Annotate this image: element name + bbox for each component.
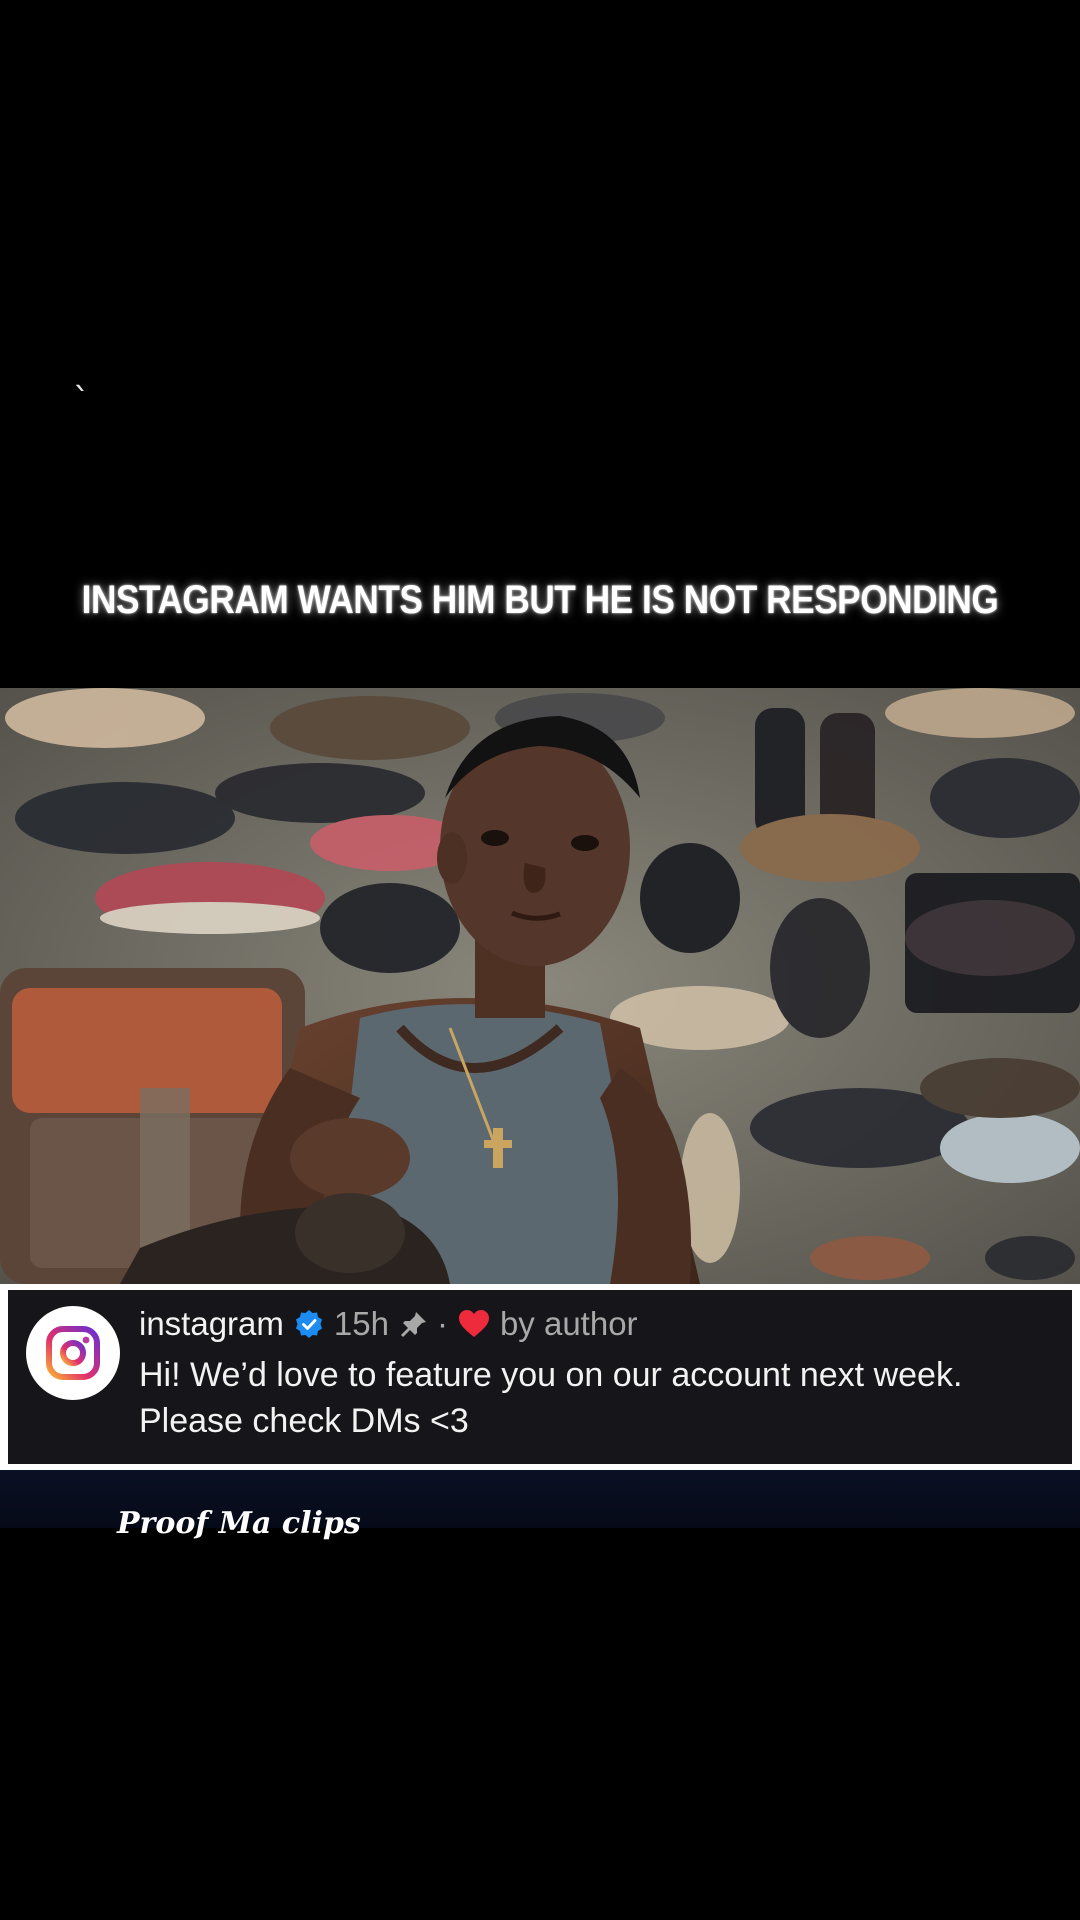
instagram-logo-icon xyxy=(46,1326,100,1380)
pin-icon xyxy=(399,1309,429,1339)
comment-time: 15h xyxy=(333,1305,389,1342)
comment-text: Hi! We’d love to feature you on our acco… xyxy=(139,1356,963,1440)
verified-badge-icon xyxy=(294,1309,324,1339)
video-caption-headline: INSTAGRAM WANTS HIM BUT HE IS NOT RESPON… xyxy=(81,578,999,622)
comment-username[interactable]: instagram xyxy=(139,1305,284,1343)
meta-separator: · xyxy=(436,1305,448,1342)
channel-watermark: Proof Ma clips xyxy=(117,1506,361,1541)
liked-by-author-label: by author xyxy=(499,1305,638,1342)
instagram-comment-card: instagram 15h · by author Hi! We’d love … xyxy=(0,1284,1080,1470)
comment-body: instagram 15h · by author Hi! We’d love … xyxy=(8,1290,1072,1464)
photo-of-boy-with-shoes xyxy=(0,688,1080,1284)
video-frame-photo xyxy=(0,688,1080,1284)
comment-meta-row: instagram 15h · by author xyxy=(139,1304,638,1344)
stray-mark: ` xyxy=(73,381,90,421)
heart-icon xyxy=(458,1309,490,1339)
instagram-avatar[interactable] xyxy=(26,1306,120,1400)
